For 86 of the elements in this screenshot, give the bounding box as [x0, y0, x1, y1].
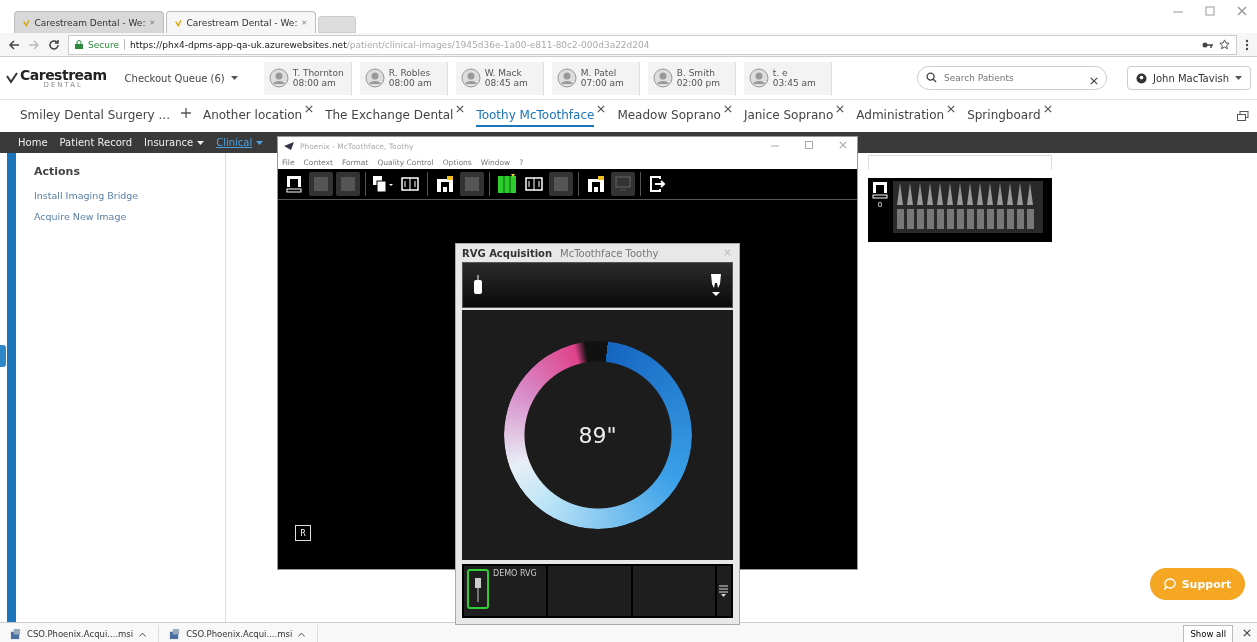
back-icon[interactable] — [8, 38, 20, 51]
close-icon[interactable] — [947, 105, 956, 113]
appointment-chip[interactable]: W. Mack 08:45 am — [455, 61, 544, 95]
caret-icon — [230, 76, 238, 80]
location-tab[interactable]: Administration — [856, 105, 945, 127]
location-tab[interactable]: Janice Soprano — [743, 105, 834, 127]
caret-icon — [256, 140, 264, 145]
nav-item[interactable]: Insurance — [144, 137, 205, 148]
search-icon — [926, 72, 937, 83]
layers-icon[interactable] — [372, 175, 394, 193]
sensor-icon — [473, 275, 483, 295]
close-icon[interactable] — [456, 105, 465, 113]
sensor-icon[interactable] — [871, 181, 889, 199]
star-icon[interactable] — [1219, 39, 1230, 50]
installer-icon — [10, 628, 21, 640]
avatar-icon — [556, 68, 577, 88]
list-menu-icon[interactable] — [719, 584, 729, 598]
add-icon[interactable] — [180, 108, 191, 118]
exit-icon[interactable] — [649, 175, 667, 193]
key-icon[interactable] — [1202, 40, 1214, 49]
logo-icon — [175, 17, 182, 28]
chevron-icon[interactable] — [298, 631, 306, 637]
nav-item[interactable]: Clinical — [216, 137, 264, 148]
location-tab[interactable]: Toothy McToothface — [476, 105, 595, 127]
windows-icon[interactable] — [1237, 111, 1249, 121]
brand-name: Carestream — [20, 67, 107, 82]
close-icon[interactable] — [1243, 629, 1251, 637]
collapse-handle[interactable] — [0, 345, 6, 367]
avatar-icon — [268, 68, 289, 88]
close-icon[interactable] — [723, 105, 732, 113]
location-tab[interactable]: The Exchange Dental — [325, 105, 454, 127]
address-field[interactable]: Secure https://phx4-dpms-app-qa-uk.azurewebsites.net/patient/clinical-images/1945d36e-1a00-e811-80c2-000d3a22d204 — [68, 34, 1237, 55]
lock-icon — [75, 40, 83, 49]
caret-icon — [1235, 76, 1242, 80]
logo-icon — [6, 72, 18, 84]
layout-icon[interactable] — [497, 174, 517, 194]
user-icon — [1136, 72, 1147, 84]
appointment-chip[interactable]: T. Thornton 08:00 am — [263, 61, 352, 95]
appointment-chip[interactable]: M. Patel 07:00 am — [551, 61, 640, 95]
download-item[interactable]: CSO.Phoenix.Acqui....msi — [27, 629, 134, 639]
marker-label: R — [295, 525, 311, 541]
appointment-chip[interactable]: R. Robles 08:00 am — [359, 61, 448, 95]
film-icon[interactable] — [525, 175, 543, 193]
action-link[interactable]: Acquire New Image — [34, 211, 225, 222]
browser-tab[interactable]: Carestream Dental - We: — [14, 11, 164, 33]
caret-icon — [197, 140, 205, 145]
download-item[interactable]: CSO.Phoenix.Acqui....msi — [186, 629, 293, 639]
chat-icon — [1163, 578, 1176, 590]
avatar-icon — [364, 68, 385, 88]
avatar-icon — [748, 68, 769, 88]
reload-icon[interactable] — [48, 38, 60, 51]
browser-tab[interactable]: Carestream Dental - We: — [166, 11, 316, 33]
patient-name: McToothface Toothy — [560, 247, 659, 259]
show-all-button[interactable]: Show all — [1183, 625, 1233, 642]
app-icon — [284, 142, 294, 150]
close-icon[interactable] — [305, 105, 314, 113]
avatar-icon — [460, 68, 481, 88]
action-link[interactable]: Install Imaging Bridge — [34, 190, 225, 201]
search-field[interactable]: Search Patients — [917, 66, 1107, 90]
sensor-icon[interactable] — [285, 175, 303, 193]
close-icon[interactable] — [597, 105, 606, 113]
location-tab[interactable]: Smiley Dental Surgery ... — [20, 105, 170, 127]
device-button[interactable] — [467, 569, 489, 609]
location-tab[interactable]: Meadow Soprano — [617, 105, 721, 127]
appointment-chip[interactable]: B. Smith 02:00 pm — [647, 61, 736, 95]
clear-icon[interactable] — [1090, 77, 1098, 85]
location-tab[interactable]: Another location — [202, 105, 303, 127]
user-menu[interactable]: John MacTavish — [1127, 66, 1251, 90]
queue-dropdown[interactable]: Checkout Queue (6) — [124, 72, 238, 84]
device-name: DEMO RVG — [493, 569, 537, 580]
nav-item[interactable]: Home — [18, 137, 48, 148]
close-icon[interactable] — [836, 105, 845, 113]
installer-icon — [169, 628, 181, 640]
logo-icon — [23, 17, 30, 28]
close-icon[interactable] — [1043, 105, 1052, 113]
avatar-icon — [652, 68, 673, 88]
sensor-icon — [473, 576, 483, 602]
film-icon[interactable] — [401, 175, 419, 193]
location-tab[interactable]: Springboard — [967, 105, 1041, 127]
chevron-icon[interactable] — [139, 631, 147, 637]
dialog-title: RVG Acquisition — [462, 247, 553, 259]
sidebar-title: Actions — [34, 165, 81, 178]
nav-item[interactable]: Patient Record — [59, 137, 133, 148]
appointment-chip[interactable]: t. e 03:45 am — [743, 61, 832, 95]
menu-icon[interactable] — [1245, 38, 1249, 51]
timer-value: 89" — [578, 422, 617, 448]
